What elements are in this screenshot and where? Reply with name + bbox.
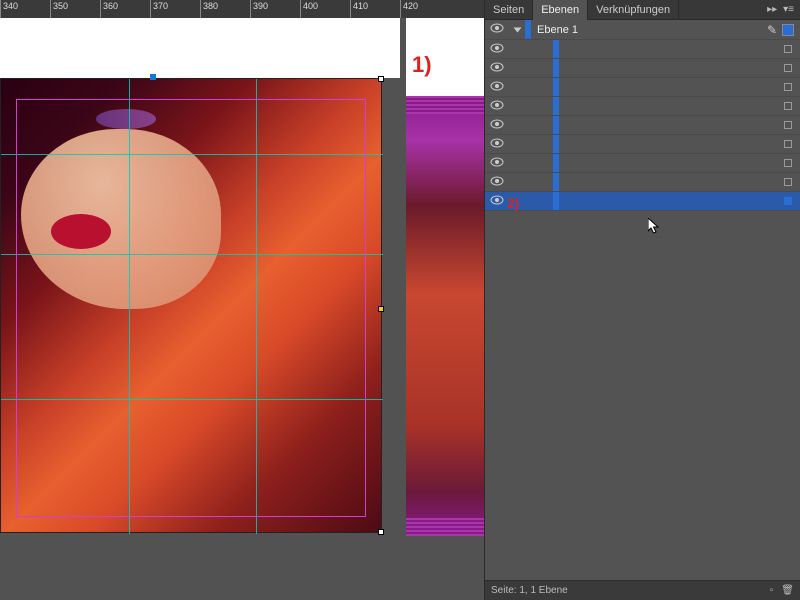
tab-layers[interactable]: Ebenen [533, 0, 588, 20]
eye-icon [490, 138, 504, 148]
layer-item[interactable] [485, 59, 800, 78]
ruler-tick: 340 [0, 0, 18, 18]
layer-color-bar [553, 78, 559, 96]
visibility-toggle[interactable] [485, 157, 509, 170]
ruler-tick: 410 [350, 0, 368, 18]
visibility-toggle[interactable] [485, 23, 509, 36]
selection-indicator[interactable] [784, 178, 792, 186]
visibility-toggle[interactable] [485, 176, 509, 189]
expand-toggle[interactable] [509, 26, 525, 34]
layer-color-bar [553, 40, 559, 58]
selection-indicator[interactable] [784, 159, 792, 167]
selection-box[interactable] [16, 99, 366, 517]
ruler-tick: 400 [300, 0, 318, 18]
layer-color-bar [553, 173, 559, 191]
visibility-toggle[interactable] [485, 81, 509, 94]
panel-tabs: Seiten Ebenen Verknüpfungen ▸▸ ▾≡ [485, 0, 800, 20]
selection-indicator[interactable] [784, 197, 792, 205]
eye-icon [490, 62, 504, 72]
eye-icon [490, 157, 504, 167]
visibility-toggle[interactable] [485, 138, 509, 151]
annotation-2: 2) [507, 195, 519, 211]
layer-item[interactable] [485, 173, 800, 192]
canvas-area: 340 350 360 370 380 390 400 410 420 1) [0, 0, 484, 600]
eye-icon [490, 176, 504, 186]
visibility-toggle[interactable] [485, 119, 509, 132]
tab-links[interactable]: Verknüpfungen [588, 0, 679, 20]
ruler-tick: 350 [50, 0, 68, 18]
visibility-toggle[interactable] [485, 62, 509, 75]
layer-item[interactable] [485, 40, 800, 59]
layer-color-bar [553, 97, 559, 115]
status-text: Seite: 1, 1 Ebene [491, 585, 568, 596]
selection-indicator[interactable] [784, 64, 792, 72]
ruler-tick: 420 [400, 0, 418, 18]
eye-icon [490, 100, 504, 110]
page-background [0, 18, 400, 78]
new-layer-icon[interactable]: ▫ [770, 585, 774, 596]
expand-panel-icon[interactable]: ▸▸ [767, 4, 777, 15]
ruler-tick: 370 [150, 0, 168, 18]
selection-indicator[interactable] [784, 102, 792, 110]
resize-handle[interactable] [378, 529, 384, 535]
resize-handle[interactable] [378, 76, 384, 82]
selection-indicator[interactable] [784, 140, 792, 148]
layer-color-bar [553, 59, 559, 77]
layer-item[interactable] [485, 116, 800, 135]
resize-handle[interactable] [378, 306, 384, 312]
visibility-toggle[interactable] [485, 195, 509, 208]
layer-color-bar [553, 135, 559, 153]
ruler-horizontal: 340 350 360 370 380 390 400 410 420 [0, 0, 484, 18]
annotation-1: 1) [412, 52, 432, 78]
panel-menu-icon[interactable]: ▾≡ [783, 4, 794, 15]
layer-color-bar [553, 116, 559, 134]
selection-indicator[interactable] [784, 45, 792, 53]
layer-item[interactable] [485, 154, 800, 173]
eye-icon [490, 195, 504, 205]
visibility-toggle[interactable] [485, 43, 509, 56]
ruler-tick: 380 [200, 0, 218, 18]
eye-icon [490, 23, 504, 33]
visibility-toggle[interactable] [485, 100, 509, 113]
layer-color-bar [553, 154, 559, 172]
image-frame[interactable] [0, 78, 382, 533]
selection-indicator[interactable] [784, 121, 792, 129]
tab-pages[interactable]: Seiten [485, 0, 533, 20]
selection-indicator[interactable] [782, 24, 794, 36]
layer-row[interactable]: Ebene 1 ✎ [485, 20, 800, 40]
thumbnail-strip[interactable] [406, 96, 484, 536]
eye-icon [490, 119, 504, 129]
layer-item[interactable] [485, 192, 800, 211]
selection-indicator[interactable] [784, 83, 792, 91]
panel-status-bar: Seite: 1, 1 Ebene ▫ 🗑 [485, 580, 800, 600]
layer-item[interactable] [485, 78, 800, 97]
layer-item[interactable] [485, 97, 800, 116]
layers-panel: Seiten Ebenen Verknüpfungen ▸▸ ▾≡ Ebene … [484, 0, 800, 600]
eye-icon [490, 81, 504, 91]
eye-icon [490, 43, 504, 53]
layer-item[interactable] [485, 135, 800, 154]
chevron-down-icon [513, 27, 521, 32]
layer-name[interactable]: Ebene 1 [531, 24, 762, 36]
layer-color-bar [553, 192, 559, 210]
ruler-tick: 360 [100, 0, 118, 18]
ruler-tick: 390 [250, 0, 268, 18]
delete-layer-icon[interactable]: 🗑 [781, 585, 794, 596]
pen-icon[interactable]: ✎ [762, 23, 782, 37]
layer-items-list [485, 40, 800, 211]
